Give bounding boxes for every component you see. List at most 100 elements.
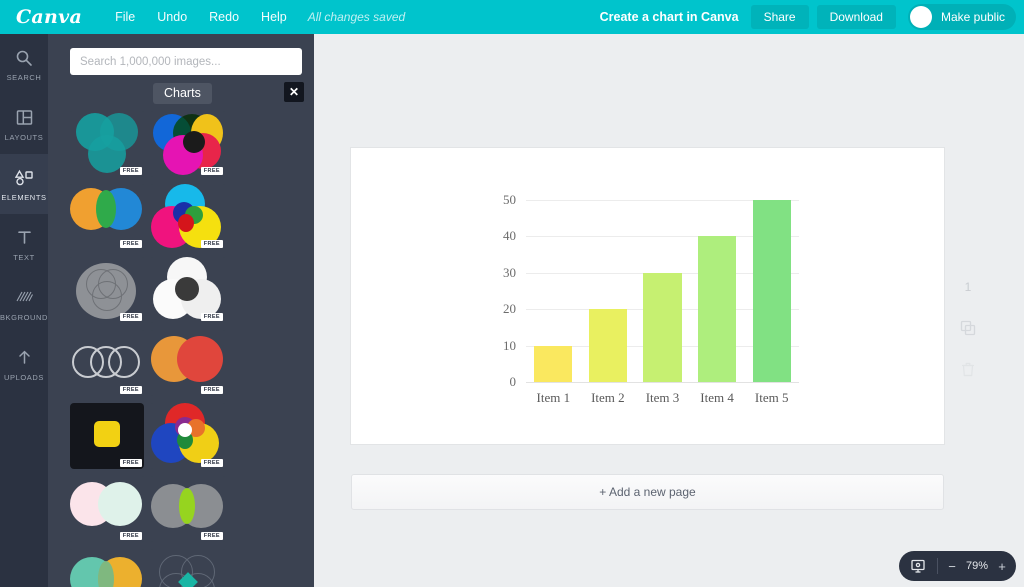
thumbnail-venn-grey-green-lens[interactable]: FREE bbox=[151, 476, 225, 542]
venn-art bbox=[70, 549, 144, 587]
venn-art bbox=[151, 549, 225, 587]
sidebar-item-search[interactable]: SEARCH bbox=[0, 34, 48, 94]
free-badge: FREE bbox=[200, 386, 223, 394]
free-badge: FREE bbox=[119, 167, 142, 175]
create-chart-cta[interactable]: Create a chart in Canva bbox=[600, 10, 739, 24]
sidebar-label-background: BKGROUND bbox=[0, 312, 49, 322]
chart-bar[interactable] bbox=[697, 236, 737, 382]
zoom-out-button[interactable]: − bbox=[942, 551, 962, 581]
free-badge: FREE bbox=[119, 532, 142, 540]
workspace: 0 10 20 30 40 50 Item 1 Item 2 Item 3 Item 4 Item … bbox=[314, 34, 1024, 587]
free-badge: FREE bbox=[119, 313, 142, 321]
add-new-page-button[interactable]: + Add a new page bbox=[351, 474, 944, 510]
sidebar-label-elements: ELEMENTS bbox=[1, 192, 47, 202]
sidebar-item-uploads[interactable]: UPLOADS bbox=[0, 334, 48, 394]
thumbnail-venn-teal-three[interactable]: FREE bbox=[70, 111, 144, 177]
sidebar-item-text[interactable]: TEXT bbox=[0, 214, 48, 274]
menu-undo[interactable]: Undo bbox=[146, 6, 198, 28]
sidebar-item-layouts[interactable]: LAYOUTS bbox=[0, 94, 48, 154]
thumbnail-venn-rgb-primary-six[interactable]: FREE bbox=[151, 403, 225, 469]
thumbnail-grid: FREE FREE FREE FREE FREE FREE FREE FREE … bbox=[48, 105, 314, 587]
zoom-divider bbox=[937, 558, 938, 574]
chart-x-tick-label: Item 5 bbox=[754, 390, 789, 405]
chart-y-tick-label: 30 bbox=[503, 264, 516, 280]
close-icon[interactable]: ✕ bbox=[284, 82, 304, 102]
thumbnail-venn-cmy-dark-center[interactable]: FREE bbox=[151, 111, 225, 177]
thumbnail-venn-grey-rings-three[interactable]: FREE bbox=[70, 330, 144, 396]
chart-y-tick-label: 40 bbox=[503, 228, 516, 244]
free-badge: FREE bbox=[200, 532, 223, 540]
sidebar-item-background[interactable]: BKGROUND bbox=[0, 274, 48, 334]
bar-chart[interactable]: 0 10 20 30 40 50 Item 1 Item 2 Item 3 Item 4 Item … bbox=[351, 148, 944, 444]
elements-icon bbox=[14, 167, 34, 189]
chart-bar[interactable] bbox=[588, 309, 627, 382]
share-button[interactable]: Share bbox=[750, 5, 809, 29]
free-badge: FREE bbox=[119, 240, 142, 248]
free-badge: FREE bbox=[119, 459, 142, 467]
thumbnail-venn-outline-diamond-center[interactable]: FREE bbox=[151, 549, 225, 587]
add-new-page-label: + Add a new page bbox=[599, 485, 696, 499]
page-tools: 1 bbox=[954, 280, 982, 377]
chart-x-tick-label: Item 3 bbox=[645, 390, 680, 405]
menu-help[interactable]: Help bbox=[250, 6, 298, 28]
chart-x-tick-label: Item 1 bbox=[536, 390, 571, 405]
elements-panel: Charts ✕ FREE bbox=[48, 34, 314, 587]
chart-y-tick-label: 0 bbox=[509, 374, 517, 389]
top-bar: Canva File Undo Redo Help All changes sa… bbox=[0, 0, 1024, 34]
charts-chip[interactable]: Charts bbox=[153, 83, 212, 104]
chart-baseline bbox=[526, 382, 799, 383]
chart-y-tick-label: 10 bbox=[503, 337, 516, 353]
sidebar-label-layouts: LAYOUTS bbox=[4, 132, 44, 142]
free-badge: FREE bbox=[200, 240, 223, 248]
menu-redo[interactable]: Redo bbox=[198, 6, 250, 28]
thumbnail-venn-teal-amber-pair[interactable]: FREE bbox=[70, 549, 144, 587]
search-icon bbox=[15, 47, 33, 69]
panel-chip-row: Charts ✕ bbox=[48, 82, 314, 105]
thumbnail-venn-orange-green-blue[interactable]: FREE bbox=[70, 184, 144, 250]
thumbnail-venn-orange-red-pair[interactable]: FREE bbox=[151, 330, 225, 396]
chart-bar[interactable] bbox=[643, 272, 682, 382]
delete-page-icon[interactable] bbox=[961, 362, 975, 377]
toggle-knob[interactable] bbox=[909, 6, 932, 28]
thumbnail-venn-cyan-magenta-yellow[interactable]: FREE bbox=[151, 184, 225, 250]
chart-y-tick-label: 20 bbox=[503, 301, 516, 317]
top-bar-actions: Create a chart in Canva Share Download M… bbox=[600, 0, 1024, 34]
layouts-icon bbox=[16, 107, 33, 129]
sidebar-label-search: SEARCH bbox=[6, 72, 42, 82]
free-badge: FREE bbox=[200, 459, 223, 467]
zoom-value: 79% bbox=[965, 560, 989, 572]
thumbnail-venn-black-yellow-center[interactable]: FREE bbox=[70, 403, 144, 469]
free-badge: FREE bbox=[200, 313, 223, 321]
chart-bar[interactable] bbox=[752, 200, 791, 382]
canva-logo[interactable]: Canva bbox=[16, 6, 82, 28]
duplicate-page-icon[interactable] bbox=[960, 320, 976, 336]
sidebar-label-uploads: UPLOADS bbox=[3, 372, 45, 382]
panel-search-wrap bbox=[48, 34, 314, 83]
free-badge: FREE bbox=[200, 167, 223, 175]
download-button[interactable]: Download bbox=[816, 5, 896, 29]
thumbnail-venn-white-hatched[interactable]: FREE bbox=[151, 257, 225, 323]
thumbnail-venn-pink-mint-pair[interactable]: FREE bbox=[70, 476, 144, 542]
zoom-in-button[interactable]: + bbox=[992, 551, 1012, 581]
chart-x-tick-label: Item 2 bbox=[591, 390, 625, 405]
text-icon bbox=[16, 227, 33, 249]
chart-bar[interactable] bbox=[534, 345, 573, 382]
make-public-label: Make public bbox=[940, 10, 1005, 24]
menu-file[interactable]: File bbox=[104, 6, 146, 28]
background-icon bbox=[16, 287, 33, 309]
chart-y-tick-label: 50 bbox=[503, 192, 516, 207]
search-input[interactable] bbox=[70, 48, 302, 75]
present-icon[interactable] bbox=[903, 551, 933, 581]
canva-editor: Canva File Undo Redo Help All changes sa… bbox=[0, 0, 1024, 587]
chart-x-tick-label: Item 4 bbox=[700, 390, 734, 405]
zoom-bar: − 79% + bbox=[899, 551, 1016, 581]
free-badge: FREE bbox=[119, 386, 142, 394]
sidebar-label-text: TEXT bbox=[13, 252, 35, 262]
make-public-toggle[interactable]: Make public bbox=[907, 4, 1016, 30]
thumbnail-venn-grey-outline-flower[interactable]: FREE bbox=[70, 257, 144, 323]
save-status: All changes saved bbox=[307, 10, 406, 24]
sidebar-item-elements[interactable]: ELEMENTS bbox=[0, 154, 48, 214]
page-number: 1 bbox=[964, 280, 972, 294]
left-rail: SEARCH LAYOUTS ELEMENTS TEXT BKGROUND UP… bbox=[0, 34, 48, 587]
design-page[interactable]: 0 10 20 30 40 50 Item 1 Item 2 Item 3 Item 4 Item … bbox=[351, 148, 944, 444]
